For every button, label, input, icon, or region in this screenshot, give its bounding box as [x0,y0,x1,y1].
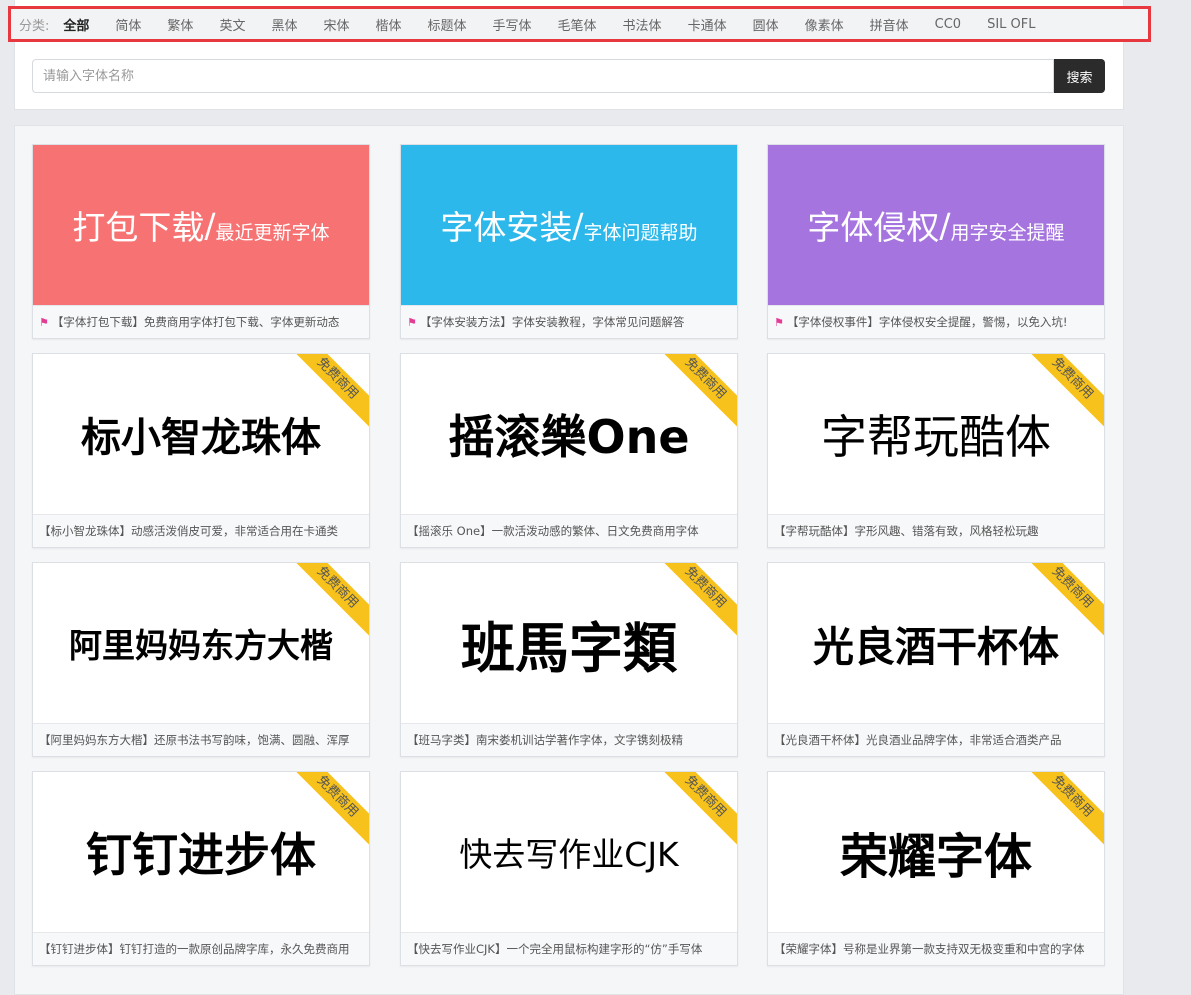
category-english[interactable]: 英文 [206,15,258,34]
font-preview: 班馬字類 [461,616,677,680]
card-caption: ⚑ 【字体侵权事件】字体侵权安全提醒，警惕，以免入坑! [768,305,1104,338]
flag-icon: ⚑ [407,316,417,329]
category-cc0[interactable]: CC0 [922,17,974,32]
card-caption: 【班马字类】南宋娄机训诂学著作字体，文字镌刻极精 [401,723,737,756]
card-caption: 【字帮玩酷体】字形风趣、错落有致，风格轻松玩趣 [768,514,1104,547]
font-card[interactable]: 快去写作业CJK 免费商用 【快去写作业CJK】一个完全用鼠标构建字形的“仿”手… [400,771,738,966]
font-preview: 荣耀字体 [839,829,1032,885]
card-caption: ⚑ 【字体安装方法】字体安装教程，字体常见问题解答 [401,305,737,338]
font-card[interactable]: 荣耀字体 免费商用 【荣耀字体】号称是业界第一款支持双无极变重和中宫的字体 [767,771,1105,966]
banner-install: 字体安装 / 字体问题帮助 [401,145,737,305]
card-caption: 【快去写作业CJK】一个完全用鼠标构建字形的“仿”手写体 [401,932,737,965]
font-preview: 字帮玩酷体 [821,410,1051,464]
category-title[interactable]: 标题体 [415,15,480,34]
font-card[interactable]: 阿里妈妈东方大楷 免费商用 【阿里妈妈东方大楷】还原书法书写韵味，饱满、圆融、浑… [32,562,370,757]
card-caption: 【钉钉进步体】钉钉打造的一款原创品牌字库，永久免费商用 [33,932,369,965]
category-pinyin[interactable]: 拼音体 [857,15,922,34]
category-kaiti[interactable]: 楷体 [362,15,414,34]
font-preview: 光良酒干杯体 [813,623,1059,671]
category-round[interactable]: 圆体 [740,15,792,34]
banner-card-infringement[interactable]: 字体侵权 / 用字安全提醒 ⚑ 【字体侵权事件】字体侵权安全提醒，警惕，以免入坑! [767,144,1105,339]
category-heiti[interactable]: 黑体 [258,15,310,34]
font-card[interactable]: 摇滚樂One 免费商用 【摇滚乐 One】一款活泼动感的繁体、日文免费商用字体 [400,353,738,548]
card-caption: ⚑ 【字体打包下载】免费商用字体打包下载、字体更新动态 [33,305,369,338]
flag-icon: ⚑ [39,316,49,329]
font-preview: 标小智龙珠体 [81,415,321,461]
search-bar: 搜索 [32,59,1105,93]
banner-title: 字体侵权 [807,208,940,247]
banner-subtitle: 用字安全提醒 [950,221,1065,244]
search-button[interactable]: 搜索 [1054,59,1105,93]
font-card[interactable]: 班馬字類 免费商用 【班马字类】南宋娄机训诂学著作字体，文字镌刻极精 [400,562,738,757]
card-caption: 【荣耀字体】号称是业界第一款支持双无极变重和中宫的字体 [768,932,1104,965]
banner-card-install[interactable]: 字体安装 / 字体问题帮助 ⚑ 【字体安装方法】字体安装教程，字体常见问题解答 [400,144,738,339]
card-caption: 【阿里妈妈东方大楷】还原书法书写韵味，饱满、圆融、浑厚 [33,723,369,756]
font-preview: 阿里妈妈东方大楷 [69,626,333,665]
category-calligraphy[interactable]: 书法体 [610,15,675,34]
card-caption: 【摇滚乐 One】一款活泼动感的繁体、日文免费商用字体 [401,514,737,547]
font-preview: 快去写作业CJK [459,835,679,874]
banner-card-download[interactable]: 打包下载 / 最近更新字体 ⚑ 【字体打包下载】免费商用字体打包下载、字体更新动态 [32,144,370,339]
font-preview: 钉钉进步体 [86,828,316,882]
banner-title: 字体安装 [440,208,573,247]
flag-icon: ⚑ [774,316,784,329]
category-sil-ofl[interactable]: SIL OFL [974,17,1048,32]
font-card[interactable]: 字帮玩酷体 免费商用 【字帮玩酷体】字形风趣、错落有致，风格轻松玩趣 [767,353,1105,548]
search-input[interactable] [32,59,1054,93]
banner-title: 打包下载 [72,208,205,247]
banner-subtitle: 字体问题帮助 [583,221,698,244]
banner-infringement: 字体侵权 / 用字安全提醒 [768,145,1104,305]
banner-download: 打包下载 / 最近更新字体 [33,145,369,305]
font-card[interactable]: 钉钉进步体 免费商用 【钉钉进步体】钉钉打造的一款原创品牌字库，永久免费商用 [32,771,370,966]
card-caption: 【标小智龙珠体】动感活泼俏皮可爱，非常适合用在卡通类 [33,514,369,547]
card-caption: 【光良酒干杯体】光良酒业品牌字体，非常适合酒类产品 [768,723,1104,756]
category-filter-bar: 分类: 全部 简体 繁体 英文 黑体 宋体 楷体 标题体 手写体 毛笔体 书法体… [8,6,1151,42]
font-card[interactable]: 标小智龙珠体 免费商用 【标小智龙珠体】动感活泼俏皮可爱，非常适合用在卡通类 [32,353,370,548]
category-brush[interactable]: 毛笔体 [545,15,610,34]
category-all[interactable]: 全部 [55,15,102,34]
category-handwriting[interactable]: 手写体 [480,15,545,34]
category-songti[interactable]: 宋体 [310,15,362,34]
category-cartoon[interactable]: 卡通体 [675,15,740,34]
font-card[interactable]: 光良酒干杯体 免费商用 【光良酒干杯体】光良酒业品牌字体，非常适合酒类产品 [767,562,1105,757]
category-traditional[interactable]: 繁体 [154,15,206,34]
banner-subtitle: 最近更新字体 [215,221,330,244]
category-label: 分类: [19,18,50,34]
category-pixel[interactable]: 像素体 [792,15,857,34]
font-preview: 摇滚樂One [448,410,690,464]
category-simplified[interactable]: 简体 [102,15,154,34]
